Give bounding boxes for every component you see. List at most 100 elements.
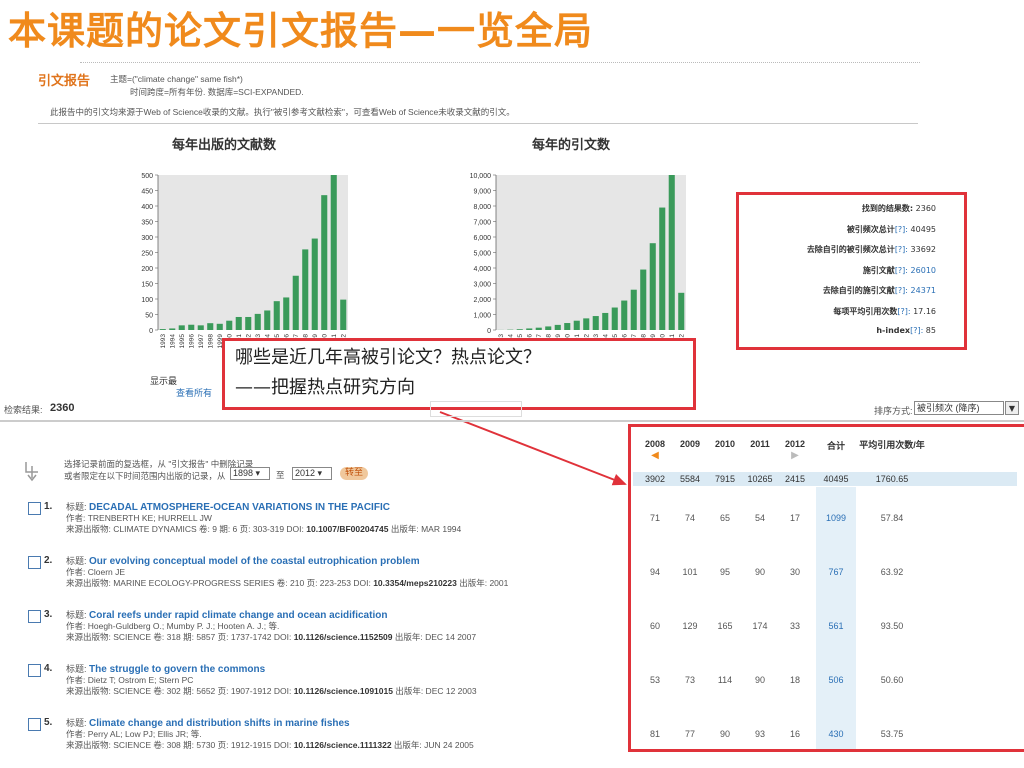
sort-select[interactable]: 被引频次 (降序) — [914, 401, 1004, 415]
pubs-bar-2009 — [311, 238, 318, 330]
report-note: 此报告中的引文均来源于Web of Science收录的文献。执行"被引参考文献… — [50, 107, 515, 117]
record-checkbox[interactable] — [28, 556, 41, 569]
year-cell: 71 — [649, 513, 660, 523]
help-link[interactable]: [?]: — [910, 326, 923, 335]
record-item: 2. 标题: Our evolving conceptual model of t… — [0, 552, 626, 604]
x-tick-label: 1993 — [160, 334, 167, 349]
from-year-select[interactable]: 1898 ▾ — [230, 467, 270, 480]
record-checkbox[interactable] — [28, 664, 41, 677]
go-button[interactable]: 转至 — [340, 467, 368, 480]
y-tick-label: 0 — [149, 328, 153, 335]
record-item: 5. 标题: Climate change and distribution sh… — [0, 714, 626, 766]
stat-value: 40495 — [908, 224, 936, 234]
avg-cell: 53.75 — [880, 729, 904, 739]
x-tick-label: 1998 — [207, 334, 214, 349]
year-header-2010: 2010 — [714, 439, 736, 449]
year-cell: 129 — [682, 621, 698, 631]
total-cell-link[interactable]: 506 — [818, 675, 854, 685]
year-cell: 101 — [682, 567, 698, 577]
plot-area — [496, 175, 686, 330]
divider — [38, 123, 918, 124]
year-cell: 33 — [789, 621, 800, 631]
record-source: 来源出版物: MARINE ECOLOGY-PROGRESS SERIES 卷:… — [66, 577, 508, 589]
cites-bar-2005 — [611, 307, 618, 330]
help-link[interactable]: [?]: — [895, 266, 908, 275]
total-cell-link[interactable]: 430 — [818, 729, 854, 739]
pubs-bar-2005 — [273, 301, 280, 330]
stat-label: 去除自引的施引文献 — [822, 286, 895, 295]
callout-arrow — [439, 411, 627, 486]
divider — [0, 420, 1024, 422]
y-tick-label: 7,000 — [473, 220, 491, 227]
record-doi: 10.1126/science.1091015 — [293, 686, 393, 696]
record-checkbox[interactable] — [28, 502, 41, 515]
pub-year: 出版年: 2001 — [456, 578, 509, 588]
stat-value[interactable]: 24371 — [908, 286, 936, 295]
y-tick-label: 2,000 — [473, 297, 491, 304]
stat-row: 被引频次总计[?]: 40495 — [847, 224, 936, 235]
callout-line-1: 哪些是近几年高被引论文？热点论文？ — [235, 347, 541, 368]
record-checkbox[interactable] — [28, 718, 41, 731]
chevron-down-icon[interactable]: ▼ — [1005, 401, 1019, 415]
total-cell: 2415 — [784, 474, 806, 484]
y-tick-label: 400 — [141, 204, 153, 211]
source-info: 来源出版物: SCIENCE 卷: 308 期: 5730 页: 1912-19… — [66, 740, 294, 750]
record-checkbox[interactable] — [28, 610, 41, 623]
search-timespan: 时间跨度=所有年份. 数据库=SCI-EXPANDED. — [130, 87, 304, 97]
year-cell: 60 — [649, 621, 660, 631]
avg-cell: 57.84 — [880, 513, 904, 523]
pubs-bar-1999 — [216, 323, 223, 330]
sort-label: 排序方式: — [874, 406, 913, 416]
record-title-link[interactable]: Our evolving conceptual model of the coa… — [89, 556, 420, 567]
x-tick-label: 1996 — [188, 334, 195, 349]
cites-bar-2010 — [659, 207, 666, 330]
total-cell: 10265 — [747, 474, 773, 484]
pub-year: 出版年: JUN 24 2005 — [391, 740, 474, 750]
pubs-chart-title: 每年出版的文献数 — [172, 138, 277, 153]
y-tick-label: 3,000 — [473, 282, 491, 289]
pub-year: 出版年: DEC 14 2007 — [392, 632, 477, 642]
year-cell: 77 — [684, 729, 695, 739]
cites-bar-1999 — [554, 324, 561, 330]
y-tick-label: 450 — [141, 189, 153, 196]
stat-label: 找到的结果数: — [861, 204, 914, 213]
record-number: 5. — [44, 717, 53, 728]
record-doi: 10.1126/science.1111322 — [293, 740, 392, 750]
y-tick-label: 350 — [141, 220, 153, 227]
y-tick-label: 200 — [141, 266, 153, 273]
view-all-link[interactable]: 查看所有 — [176, 386, 212, 399]
avg-header: 平均引用次数/年 — [859, 440, 925, 450]
cites-bar-2006 — [621, 300, 628, 330]
x-tick-label: 1995 — [179, 334, 186, 349]
page-input[interactable] — [430, 401, 522, 417]
help-link[interactable]: [?]: — [895, 286, 908, 295]
pubs-bar-2002 — [245, 316, 252, 330]
help-link[interactable]: [?]: — [895, 245, 908, 254]
pubs-bar-1994 — [169, 328, 176, 330]
total-cell-link[interactable]: 767 — [818, 567, 854, 577]
cites-bar-2012 — [678, 292, 685, 330]
pubs-bar-1993 — [159, 329, 166, 330]
stat-row: 去除自引的施引文献[?]: 24371 — [823, 285, 936, 296]
year-cell: 54 — [754, 513, 765, 523]
citations-by-year-table: 2008 2009 2010 2011 2012 ◀ ▶ 合计 平均引用次数/年 3902 5584… — [628, 424, 1024, 752]
pubs-bar-2000 — [226, 320, 233, 330]
year-cell: 94 — [649, 567, 660, 577]
citation-stats-box: 找到的结果数: 2360 被引频次总计[?]: 40495 去除自引的被引频次总计[… — [736, 192, 967, 350]
stat-value[interactable]: 26010 — [908, 266, 936, 275]
next-year-icon[interactable]: ▶ — [779, 450, 811, 461]
help-link[interactable]: [?]: — [895, 225, 908, 234]
help-link[interactable]: [?]: — [897, 307, 910, 316]
avg-cell: 93.50 — [880, 621, 904, 631]
total-cell-link[interactable]: 1099 — [818, 513, 854, 523]
record-item: 4. 标题: The struggle to govern the commons… — [0, 660, 626, 712]
prev-year-icon[interactable]: ◀ — [639, 450, 671, 461]
cites-bar-2003 — [592, 316, 599, 330]
limit-years-text: 或者限定在以下时间范围内出版的记录，从 — [64, 471, 226, 481]
stat-label: 去除自引的被引频次总计 — [806, 245, 895, 254]
record-doi: 10.1007/BF00204745 — [306, 524, 389, 534]
to-year-select[interactable]: 2012 ▾ — [292, 467, 332, 480]
divider — [80, 62, 920, 63]
total-cell-link[interactable]: 561 — [818, 621, 854, 631]
cites-bar-2011 — [668, 175, 675, 330]
